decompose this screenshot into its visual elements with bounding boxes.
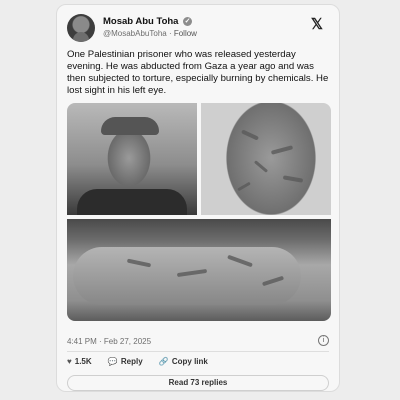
scar-mark [270, 145, 294, 155]
author-name[interactable]: Mosab Abu Toha [103, 16, 178, 27]
photo-arm-scars[interactable] [67, 219, 331, 321]
reply-button[interactable]: 💬 Reply [108, 357, 143, 366]
copy-link-label: Copy link [171, 357, 208, 366]
reply-icon: 💬 [107, 357, 118, 366]
scar-mark [240, 129, 260, 141]
author-avatar[interactable] [67, 14, 95, 42]
divider [67, 351, 329, 352]
photo-arm [73, 247, 301, 305]
author-name-row[interactable]: Mosab Abu Toha ✓ [103, 16, 193, 27]
scar-mark [253, 160, 269, 173]
follow-link[interactable]: Follow [174, 29, 197, 38]
tweet-header: Mosab Abu Toha ✓ @MosabAbuToha · Follow … [67, 14, 329, 44]
x-logo-icon[interactable]: 𝕏 [311, 15, 323, 33]
like-count: 1.5K [74, 357, 92, 366]
tweet-card: Mosab Abu Toha ✓ @MosabAbuToha · Follow … [56, 4, 340, 392]
reply-label: Reply [120, 357, 143, 366]
link-icon: 🔗 [158, 357, 169, 366]
photo-back-scars[interactable] [201, 103, 331, 215]
tweet-timestamp[interactable]: 4:41 PM · Feb 27, 2025 [67, 337, 151, 346]
scar-mark [282, 175, 304, 183]
photo-face-shirt [77, 189, 187, 215]
heart-icon: ♥ [67, 357, 72, 366]
author-handle[interactable]: @MosabAbuToha [103, 29, 167, 38]
like-button[interactable]: ♥ 1.5K [67, 357, 92, 366]
scar-mark [237, 181, 251, 192]
copy-link-button[interactable]: 🔗 Copy link [159, 357, 208, 366]
author-handle-row: @MosabAbuToha · Follow [103, 29, 197, 38]
photo-face[interactable] [67, 103, 197, 215]
photo-face-hair [101, 117, 159, 135]
read-replies-button[interactable]: Read 73 replies [67, 375, 329, 391]
verified-badge-icon: ✓ [183, 17, 193, 26]
tweet-actions: ♥ 1.5K 💬 Reply 🔗 Copy link [67, 357, 222, 371]
tweet-text: One Palestinian prisoner who was release… [67, 49, 329, 96]
tweet-media-grid [67, 103, 331, 321]
info-icon[interactable]: i [318, 335, 329, 346]
